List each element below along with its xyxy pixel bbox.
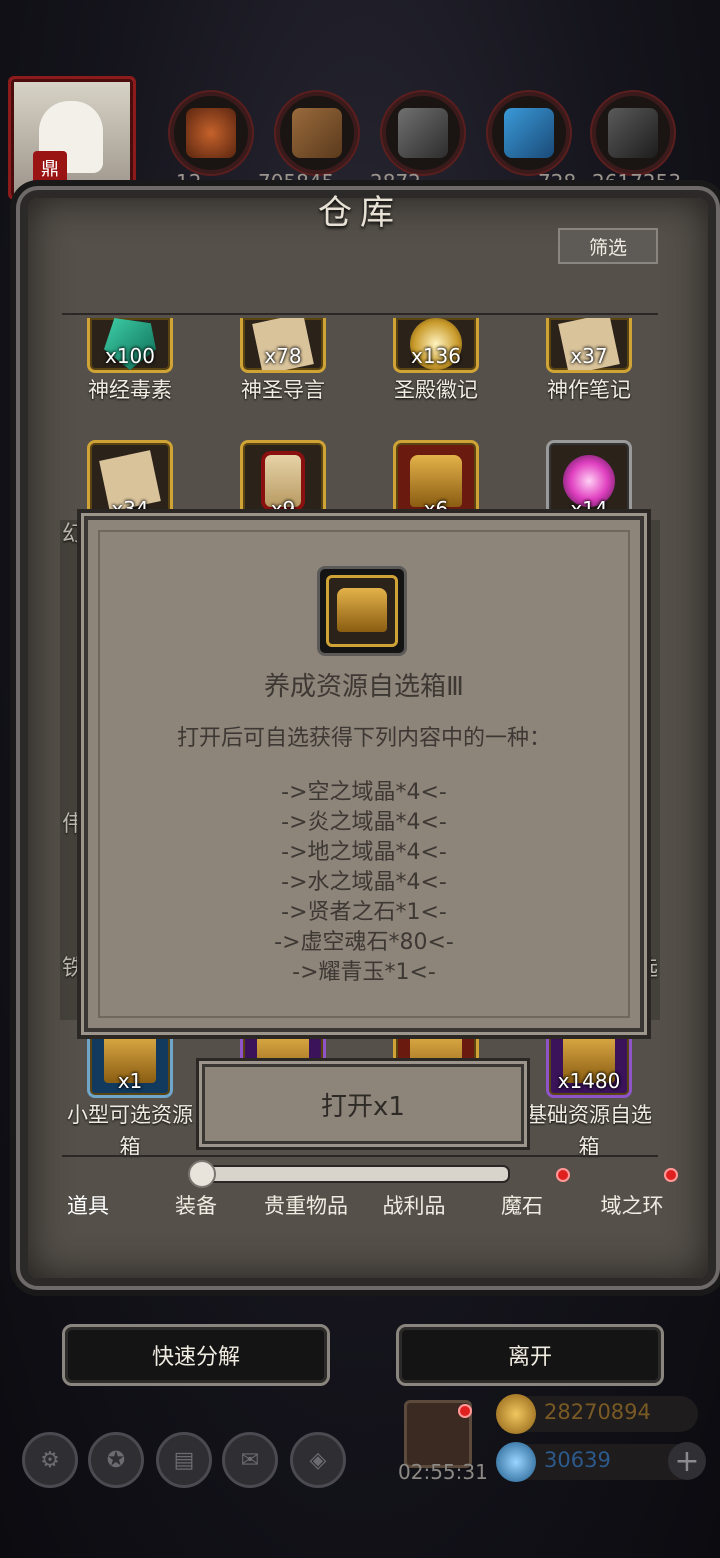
item-frame: x14 (546, 440, 632, 526)
tab-divider (62, 1155, 658, 1157)
notification-dot (556, 1168, 570, 1182)
notification-dot (664, 1168, 678, 1182)
option-item: ->地之域晶*4<- (281, 840, 447, 865)
tab-magic-stone[interactable]: 魔石 (468, 1190, 576, 1220)
resource-slot-2[interactable] (276, 92, 358, 174)
item-name-line2: 箱 (119, 1135, 141, 1159)
item-detail-dialog: 养成资源自选箱Ⅲ 打开后可自选获得下列内容中的一种： ->空之域晶*4<- ->… (84, 516, 644, 1032)
scrollbar-thumb[interactable] (188, 1160, 216, 1188)
item-name-line1: 基础资源自选 (526, 1103, 652, 1127)
tab-valuables[interactable]: 贵重物品 (252, 1190, 360, 1220)
item-frame: x1 (87, 1022, 173, 1098)
item-frame: x37 (546, 318, 632, 373)
notification-dot (458, 1404, 472, 1418)
inventory-item[interactable]: x78 神圣导言 (208, 318, 358, 405)
seal-badge: 鼎 (33, 151, 67, 185)
item-frame: x78 (240, 318, 326, 373)
option-item: ->耀青玉*1<- (292, 960, 436, 985)
option-item: ->水之域晶*4<- (281, 870, 447, 895)
crystal-icon (504, 108, 554, 158)
gold-coin-icon (496, 1394, 536, 1434)
iron-icon (398, 108, 448, 158)
resource-strip: 鼎 12 705845 2872 728 2617253 (0, 70, 720, 200)
mail-icon[interactable]: ✉ (222, 1432, 278, 1488)
player-avatar[interactable]: 鼎 (8, 76, 136, 200)
item-frame: x34 (87, 440, 173, 526)
resource-slot-5[interactable] (592, 92, 674, 174)
item-name-line2: 箱 (578, 1135, 600, 1159)
inventory-item[interactable]: x1 小型可选资源 箱 (55, 1022, 205, 1162)
option-item: ->空之域晶*4<- (281, 780, 447, 805)
treasure-chest-icon (337, 588, 387, 632)
tab-loot[interactable]: 战利品 (360, 1190, 468, 1220)
wood-icon (292, 108, 342, 158)
stone-icon (608, 108, 658, 158)
gold-value: 28270894 (544, 1400, 651, 1424)
countdown-timer: 02:55:31 (398, 1460, 488, 1484)
resource-slot-1[interactable] (170, 92, 252, 174)
item-count: x136 (410, 344, 461, 368)
gem-value: 30639 (544, 1448, 611, 1472)
inventory-item[interactable]: x136 圣殿徽记 (361, 318, 511, 405)
open-button[interactable]: 打开x1 (202, 1064, 524, 1144)
inventory-item[interactable]: x9 (208, 440, 358, 526)
item-frame: x9 (240, 440, 326, 526)
quick-decompose-button[interactable]: 快速分解 (62, 1324, 330, 1386)
dialog-title: 养成资源自选箱Ⅲ (264, 672, 464, 702)
item-frame (326, 575, 398, 647)
gem-icon (496, 1442, 536, 1482)
gold-counter: 28270894 (496, 1394, 698, 1434)
dialog-description: 打开后可自选获得下列内容中的一种： (176, 726, 551, 751)
inventory-item[interactable]: x34 (55, 440, 205, 526)
item-frame: x100 (87, 318, 173, 373)
add-currency-button[interactable]: + (668, 1442, 706, 1480)
tab-equipment[interactable]: 装备 (142, 1190, 250, 1220)
filter-button[interactable]: 筛选 (558, 228, 658, 264)
dialog-item-icon (317, 566, 407, 656)
option-item: ->炎之域晶*4<- (281, 810, 447, 835)
shop-icon[interactable]: ◈ (290, 1432, 346, 1488)
item-name: 圣殿徽记 (394, 378, 478, 402)
dialog-options-list: ->空之域晶*4<- ->炎之域晶*4<- ->地之域晶*4<- ->水之域晶*… (88, 778, 640, 988)
tab-items[interactable]: 道具 (34, 1190, 142, 1220)
item-frame: x6 (393, 440, 479, 526)
inventory-item[interactable]: x100 神经毒素 (55, 318, 205, 405)
inventory-item[interactable]: x37 神作笔记 (514, 318, 664, 405)
resource-slot-3[interactable] (382, 92, 464, 174)
item-count: x1480 (557, 1069, 621, 1093)
inventory-item[interactable]: x6 (361, 440, 511, 526)
item-count: x78 (264, 344, 302, 368)
item-name: 神作笔记 (547, 378, 631, 402)
scrollbar-track[interactable] (192, 1165, 510, 1183)
item-name: 神经毒素 (88, 378, 172, 402)
tab-domain-ring[interactable]: 域之环 (578, 1190, 686, 1220)
option-item: ->贤者之石*1<- (281, 900, 447, 925)
item-count: x1 (117, 1069, 143, 1093)
option-item: ->虚空魂石*80<- (274, 930, 454, 955)
item-count: x37 (570, 344, 608, 368)
item-count: x100 (104, 344, 155, 368)
item-frame: x1480 (546, 1022, 632, 1098)
item-name-line1: 小型可选资源 (67, 1103, 193, 1127)
inventory-item[interactable]: x1480 基础资源自选 箱 (514, 1022, 664, 1162)
book-icon[interactable]: ▤ (156, 1432, 212, 1488)
divider (62, 313, 658, 315)
page-title: 仓库 (318, 193, 402, 233)
settings-icon[interactable]: ⚙ (22, 1432, 78, 1488)
item-frame: x136 (393, 318, 479, 373)
item-name: 神圣导言 (241, 378, 325, 402)
resource-slot-4[interactable] (488, 92, 570, 174)
inventory-item[interactable]: x14 (514, 440, 664, 526)
badge-icon[interactable]: ✪ (88, 1432, 144, 1488)
ore-icon (186, 108, 236, 158)
leave-button[interactable]: 离开 (396, 1324, 664, 1386)
